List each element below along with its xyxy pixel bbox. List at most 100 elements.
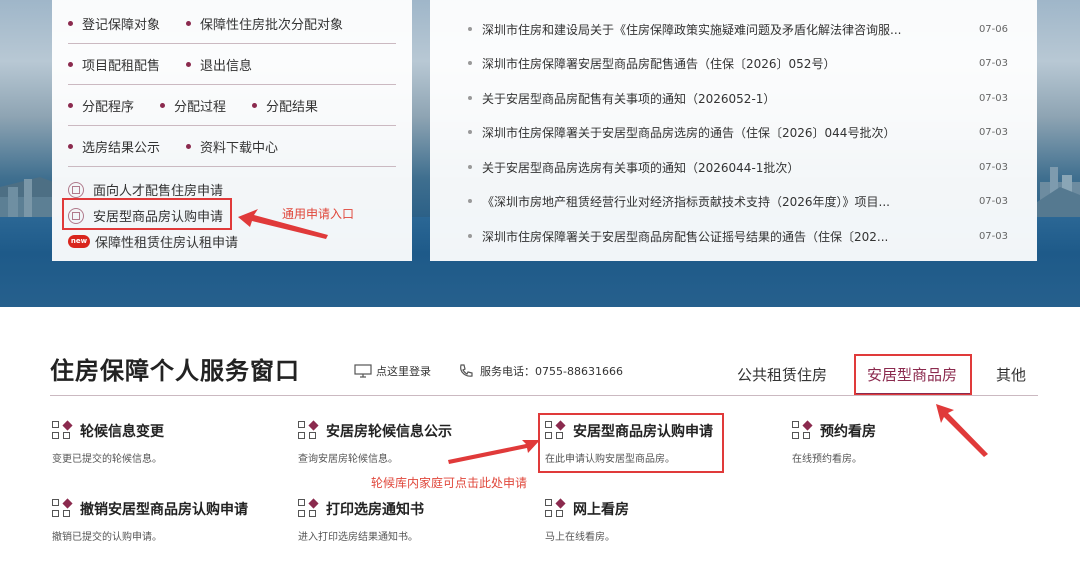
menu-link-register[interactable]: 登记保障对象 <box>68 14 160 33</box>
news-item[interactable]: 深圳市住房和建设局关于《住房保障政策实施疑难问题及矛盾化解法律咨询服... 07-… <box>468 18 1008 40</box>
annotation-highlight-box <box>62 198 232 230</box>
service-item-online-viewing[interactable]: 网上看房 马上在线看房。 <box>545 498 629 543</box>
bullet-dot <box>68 102 73 108</box>
apply-link-label: 面向人才配售住房申请 <box>93 184 224 199</box>
menu-link-label: 项目配租配售 <box>82 58 161 74</box>
login-link[interactable]: 点这里登录 <box>354 363 431 379</box>
menu-link-project-allocation[interactable]: 项目配租配售 <box>68 55 160 74</box>
grid-icon <box>545 498 566 519</box>
bullet-dot <box>252 102 258 108</box>
service-item-title: 撤销安居型商品房认购申请 <box>80 502 248 518</box>
bullet-dot <box>186 61 192 67</box>
service-item-desc: 马上在线看房。 <box>545 532 615 543</box>
bullet-dot <box>186 20 192 26</box>
service-item-title: 安居房轮候信息公示 <box>326 424 452 440</box>
service-item-title: 网上看房 <box>573 502 629 518</box>
menu-row-2: 项目配租配售 退出信息 <box>68 44 396 85</box>
login-label: 点这里登录 <box>376 365 431 378</box>
service-item-desc: 在线预约看房。 <box>792 454 862 465</box>
bullet-dot <box>468 199 472 203</box>
menu-link-exit-info[interactable]: 退出信息 <box>186 55 252 74</box>
bullet-dot <box>186 143 192 149</box>
news-date: 07-06 <box>978 23 1008 35</box>
service-item-title: 轮候信息变更 <box>80 424 164 440</box>
menu-link-process[interactable]: 分配过程 <box>160 96 226 115</box>
news-item[interactable]: 深圳市住房保障署关于安居型商品房选房的通告（住保〔2026〕044号批次） 07-… <box>468 121 1008 143</box>
grid-icon <box>792 420 813 441</box>
bullet-dot <box>68 20 73 26</box>
bullet-dot <box>468 165 472 169</box>
service-item-title: 预约看房 <box>820 424 876 440</box>
menu-link-download-center[interactable]: 资料下载中心 <box>186 137 278 156</box>
menu-link-result[interactable]: 分配结果 <box>252 96 318 115</box>
service-item-queue-change[interactable]: 轮候信息变更 变更已提交的轮候信息。 <box>52 420 164 465</box>
section-title: 住房保障个人服务窗口 <box>50 357 300 385</box>
service-item-desc: 撤销已提交的认购申请。 <box>52 532 162 543</box>
annotation-label: 通用申请入口 <box>282 207 355 221</box>
news-title: 深圳市住房保障署关于安居型商品房配售公证摇号结果的通告（住保〔202... <box>482 229 889 244</box>
news-title: 深圳市住房和建设局关于《住房保障政策实施疑难问题及矛盾化解法律咨询服... <box>482 22 902 37</box>
grid-icon <box>52 498 73 519</box>
annotation-highlight-box <box>854 354 972 396</box>
bullet-dot <box>160 102 166 108</box>
news-title: 《深圳市房地产租赁经营行业对经济指标贡献技术支持（2026年度）》项目... <box>482 194 890 209</box>
apply-link-label: 保障性租赁住房认租申请 <box>95 236 239 251</box>
news-item[interactable]: 深圳市住房保障署关于安居型商品房配售公证摇号结果的通告（住保〔202... 07-… <box>468 225 1008 247</box>
menu-link-label: 分配过程 <box>174 99 227 115</box>
bullet-dot <box>468 96 472 100</box>
apply-link-talent-housing[interactable]: 面向人才配售住房申请 <box>68 180 223 199</box>
menu-link-batch-objects[interactable]: 保障性住房批次分配对象 <box>186 14 343 33</box>
tab-other[interactable]: 其他 <box>996 364 1026 385</box>
news-date: 07-03 <box>978 195 1008 207</box>
grid-icon <box>298 420 319 441</box>
menu-link-label: 登记保障对象 <box>82 17 161 33</box>
apply-link-rental-housing[interactable]: new 保障性租赁住房认租申请 <box>68 232 238 251</box>
news-item[interactable]: 深圳市住房保障署安居型商品房配售通告（住保〔2026〕052号） 07-03 <box>468 52 1008 74</box>
menu-link-selection-publicity[interactable]: 选房结果公示 <box>68 137 160 156</box>
menu-link-label: 分配结果 <box>266 99 319 115</box>
service-phone: 服务电话：0755-88631666 <box>458 363 623 379</box>
bullet-dot <box>468 234 472 238</box>
service-item-desc: 查询安居房轮候信息。 <box>298 454 398 465</box>
news-date: 07-03 <box>978 92 1008 104</box>
menu-link-label: 保障性住房批次分配对象 <box>200 17 344 33</box>
phone-icon <box>460 364 473 377</box>
service-item-print-notice[interactable]: 打印选房通知书 进入打印选房结果通知书。 <box>298 498 424 543</box>
grid-icon <box>52 420 73 441</box>
news-title: 关于安居型商品房选房有关事项的通知（2026044-1批次） <box>482 160 800 175</box>
news-date: 07-03 <box>978 230 1008 242</box>
menu-row-3: 分配程序 分配过程 分配结果 <box>68 85 396 126</box>
annotation-arrow-icon <box>936 404 988 457</box>
menu-row-4: 选房结果公示 资料下载中心 <box>68 126 396 167</box>
bullet-dot <box>68 143 73 149</box>
news-item[interactable]: 关于安居型商品房配售有关事项的通知（2026052-1） 07-03 <box>468 87 1008 109</box>
service-item-cancel-apply[interactable]: 撤销安居型商品房认购申请 撤销已提交的认购申请。 <box>52 498 248 543</box>
section-divider <box>50 395 1038 396</box>
phone-label: 服务电话：0755-88631666 <box>480 365 623 378</box>
news-title: 深圳市住房保障署关于安居型商品房选房的通告（住保〔2026〕044号批次） <box>482 125 896 140</box>
annotation-arrow-icon <box>448 440 540 464</box>
grid-icon <box>298 498 319 519</box>
service-item-title: 打印选房通知书 <box>326 502 424 518</box>
menu-link-label: 资料下载中心 <box>200 140 279 156</box>
menu-link-label: 选房结果公示 <box>82 140 161 156</box>
menu-link-label: 退出信息 <box>200 58 253 74</box>
news-item[interactable]: 关于安居型商品房选房有关事项的通知（2026044-1批次） 07-03 <box>468 156 1008 178</box>
news-item[interactable]: 《深圳市房地产租赁经营行业对经济指标贡献技术支持（2026年度）》项目... 07… <box>468 190 1008 212</box>
bullet-dot <box>468 61 472 65</box>
bullet-dot <box>468 27 472 31</box>
annotation-highlight-box <box>538 413 724 473</box>
monitor-icon <box>354 364 372 378</box>
annotation-label: 轮候库内家庭可点击此处申请 <box>371 476 528 490</box>
service-item-book-viewing[interactable]: 预约看房 在线预约看房。 <box>792 420 876 465</box>
menu-row-1: 登记保障对象 保障性住房批次分配对象 <box>68 3 396 44</box>
news-date: 07-03 <box>978 57 1008 69</box>
new-badge: new <box>68 235 90 248</box>
tab-public-rental[interactable]: 公共租赁住房 <box>737 364 827 385</box>
menu-link-label: 分配程序 <box>82 99 135 115</box>
news-title: 深圳市住房保障署安居型商品房配售通告（住保〔2026〕052号） <box>482 56 836 71</box>
document-icon <box>68 181 84 198</box>
bullet-dot <box>68 61 73 67</box>
menu-link-procedure[interactable]: 分配程序 <box>68 96 134 115</box>
service-item-queue-publicity[interactable]: 安居房轮候信息公示 查询安居房轮候信息。 <box>298 420 452 465</box>
